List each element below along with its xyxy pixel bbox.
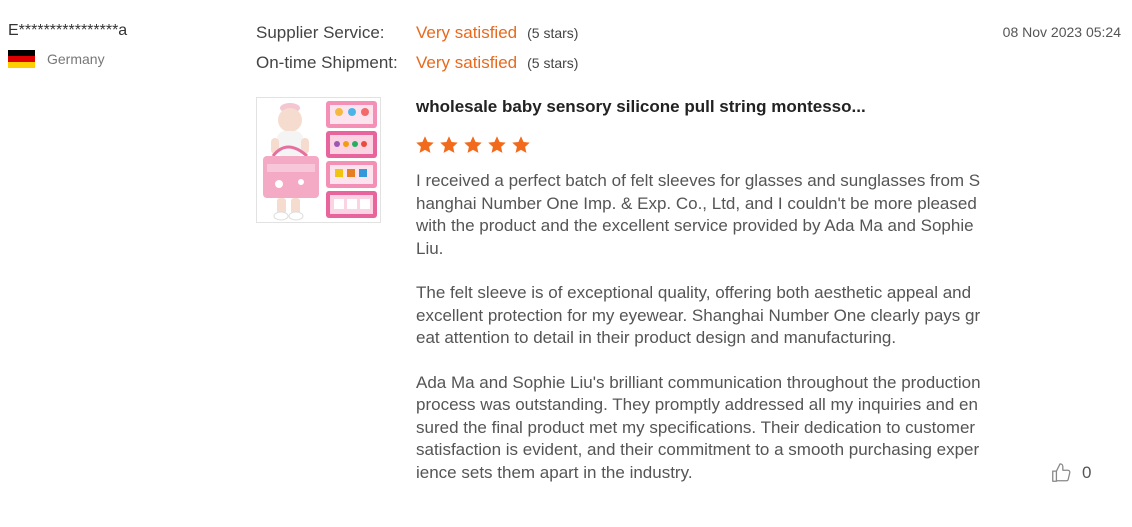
rating-value: Very satisfied bbox=[416, 23, 518, 42]
review-paragraph: Ada Ma and Sophie Liu's brilliant commun… bbox=[416, 372, 981, 482]
germany-flag-icon bbox=[8, 50, 35, 68]
star-icon bbox=[416, 136, 434, 153]
rating-row-supplier-service: Supplier Service: Very satisfied (5 star… bbox=[256, 23, 578, 53]
review-paragraph: I received a perfect batch of felt sleev… bbox=[416, 171, 981, 258]
thumbs-up-icon bbox=[1052, 463, 1071, 482]
star-icon bbox=[440, 136, 458, 153]
star-icon bbox=[464, 136, 482, 153]
rating-stars-count: (5 stars) bbox=[527, 55, 579, 71]
rating-row-on-time-shipment: On-time Shipment: Very satisfied (5 star… bbox=[256, 53, 578, 83]
reviewer-country: Germany bbox=[8, 50, 238, 68]
rating-label: Supplier Service: bbox=[256, 23, 385, 42]
reviewer-name: E****************a bbox=[8, 22, 128, 39]
supplier-ratings: Supplier Service: Very satisfied (5 star… bbox=[256, 23, 578, 83]
product-star-rating bbox=[415, 135, 531, 155]
product-thumbnail[interactable] bbox=[256, 97, 381, 223]
like-count: 0 bbox=[1082, 463, 1092, 482]
product-image bbox=[257, 98, 380, 222]
star-icon bbox=[512, 136, 530, 153]
review-text: I received a perfect batch of felt sleev… bbox=[416, 170, 981, 506]
country-name: Germany bbox=[47, 51, 105, 67]
star-icon bbox=[488, 136, 506, 153]
like-button[interactable]: 0 bbox=[1050, 462, 1091, 484]
review-date: 08 Nov 2023 05:24 bbox=[1002, 24, 1121, 40]
review-paragraph: The felt sleeve is of exceptional qualit… bbox=[416, 283, 981, 347]
rating-label: On-time Shipment: bbox=[256, 53, 398, 72]
reviewer-info: E****************a Germany bbox=[8, 22, 238, 68]
product-title-link[interactable]: wholesale baby sensory silicone pull str… bbox=[416, 97, 866, 117]
rating-stars-count: (5 stars) bbox=[527, 25, 579, 41]
rating-value: Very satisfied bbox=[416, 53, 518, 72]
